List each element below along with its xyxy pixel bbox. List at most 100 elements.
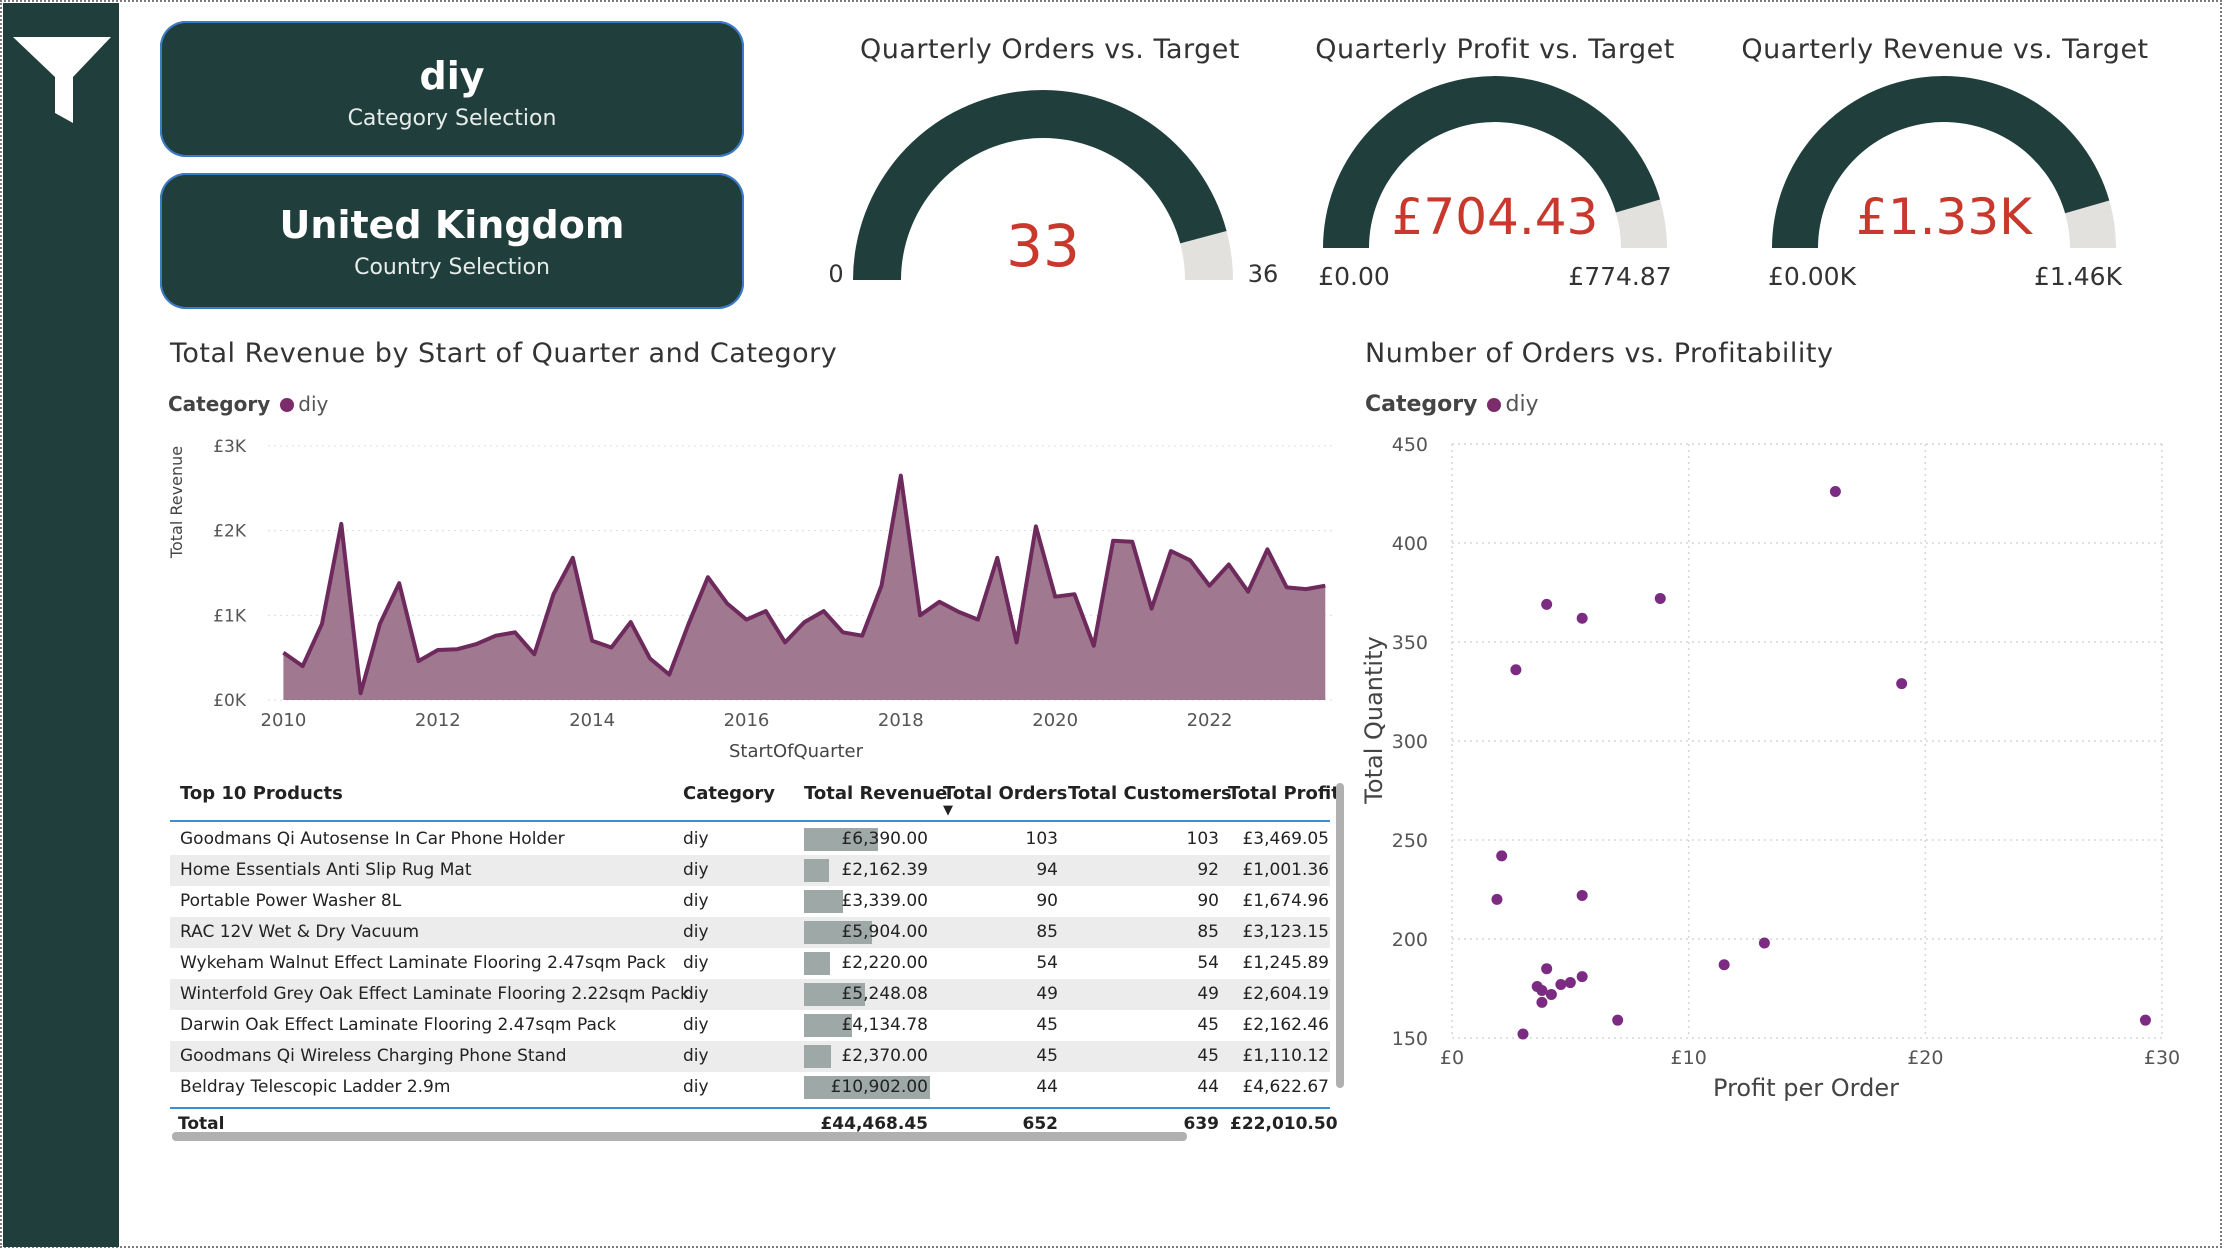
scatter-x-tick-label: £20 [1907,1047,1943,1069]
scatter-points [1491,486,2151,1040]
gauge-orders-min: 0 [828,260,843,288]
cell-revenue: £10,902.00 [830,1077,928,1097]
gauges: 33 0 36 £704.43 £0.00 £774.87 £1.33K £0.… [828,75,2123,291]
legend-marker [280,398,295,412]
cell-category: diy [683,1015,709,1035]
cell-customers: 45 [1197,1046,1219,1066]
cell-customers: 92 [1197,860,1219,880]
cell-profit: £1,001.36 [1242,860,1329,880]
table-row[interactable]: Darwin Oak Effect Laminate Flooring 2.47… [170,1010,1330,1041]
table-vertical-scrollbar[interactable] [1336,783,1344,1088]
cell-orders: 85 [1036,922,1058,942]
table-row[interactable]: Wykeham Walnut Effect Laminate Flooring … [170,948,1330,979]
table-row[interactable]: Beldray Telescopic Ladder 2.9m diy £10,902… [170,1072,1330,1103]
area-y-tick-label: £1K [213,606,247,626]
legend-item: diy [1505,392,1539,417]
header-customers[interactable]: Total Customers [1068,778,1232,809]
table-row[interactable]: Home Essentials Anti Slip Rug Mat diy £2,1… [170,855,1330,886]
cell-profit: £3,123.15 [1242,922,1329,942]
table-row[interactable]: Goodmans Qi Wireless Charging Phone Stan… [170,1041,1330,1072]
scatter-y-tick-label: 450 [1392,434,1428,456]
scatter-point[interactable] [1545,988,1557,1000]
header-divider [170,820,1330,822]
area-x-axis-label: StartOfQuarter [729,741,864,762]
scatter-y-tick-label: 350 [1392,632,1428,654]
revenue-area [283,475,1326,700]
scatter-point[interactable] [1718,959,1730,971]
header-profit[interactable]: Total Profit [1228,778,1340,809]
scatter-point[interactable] [1517,1028,1529,1040]
cell-customers: 85 [1197,922,1219,942]
scatter-point[interactable] [1829,486,1841,498]
scatter-point[interactable] [1564,977,1576,989]
scatter-point[interactable] [1510,664,1522,676]
table-row[interactable]: RAC 12V Wet & Dry Vacuum diy £5,904.00 85 85… [170,917,1330,948]
cell-product: RAC 12V Wet & Dry Vacuum [180,922,420,942]
cell-profit: £1,245.89 [1242,953,1329,973]
table-row[interactable]: Portable Power Washer 8L diy £3,339.00 90 90… [170,886,1330,917]
scatter-point[interactable] [1576,971,1588,983]
scatter-chart-legend[interactable]: Category diy [1365,392,1539,417]
cell-profit: £2,604.19 [1242,984,1329,1004]
gauge-profit[interactable]: £704.43 £0.00 £774.87 [1318,75,1672,291]
cell-product: Darwin Oak Effect Laminate Flooring 2.47… [180,1015,617,1035]
scatter-point[interactable] [1491,893,1503,905]
legend-item: diy [298,392,329,416]
gauge-revenue[interactable]: £1.33K £0.00K £1.46K [1768,75,2123,291]
scatter-y-ticks: 150 200 250 300 350 400 450 [1392,434,1428,1050]
cell-profit: £3,469.05 [1242,829,1329,849]
header-product[interactable]: Top 10 Products [180,778,343,809]
table-row[interactable]: Goodmans Qi Autosense In Car Phone Holde… [170,824,1330,855]
header-orders[interactable]: Total Orders [943,778,1067,809]
scatter-x-tick-label: £0 [1440,1047,1464,1069]
cell-orders: 94 [1036,860,1058,880]
cell-revenue: £2,220.00 [841,953,928,973]
gauge-orders[interactable]: 33 0 36 [828,89,1278,288]
cell-revenue: £5,904.00 [841,922,928,942]
scatter-point[interactable] [2139,1014,2151,1026]
scatter-point[interactable] [1541,598,1553,610]
scatter-grid [1451,443,2163,1039]
cell-profit: £4,622.67 [1242,1077,1329,1097]
cell-category: diy [683,891,709,911]
scatter-point[interactable] [1576,612,1588,624]
scatter-chart-title: Number of Orders vs. Profitability [1365,338,1834,369]
cell-orders: 44 [1036,1077,1058,1097]
scatter-point[interactable] [1654,592,1666,604]
scatter-point[interactable] [1758,937,1770,949]
cell-category: diy [683,984,709,1004]
cell-category: diy [683,1077,709,1097]
area-x-ticks: 2010 2012 2014 2016 2018 2020 2022 [261,710,1233,731]
scatter-y-tick-label: 200 [1392,929,1428,951]
area-x-tick-label: 2020 [1032,710,1078,731]
cell-customers: 44 [1197,1077,1219,1097]
scatter-chart[interactable]: 150 200 250 300 350 400 450 £0 £10 £20 £30 Total … [1360,420,2190,1120]
scatter-point[interactable] [1536,996,1548,1008]
scatter-point[interactable] [1536,984,1548,996]
area-y-axis-label: Total Revenue [167,446,186,559]
scatter-point[interactable] [1576,889,1588,901]
cell-orders: 45 [1036,1046,1058,1066]
header-category[interactable]: Category [683,778,775,809]
scatter-point[interactable] [1896,678,1908,690]
cell-product: Winterfold Grey Oak Effect Laminate Floo… [180,984,690,1004]
scatter-point[interactable] [1541,963,1553,975]
cell-revenue: £6,390.00 [841,829,928,849]
cell-orders: 49 [1036,984,1058,1004]
cell-customers: 103 [1186,829,1219,849]
area-y-tick-label: £0K [213,691,247,711]
scatter-point[interactable] [1555,979,1567,991]
gauge-revenue-value: £1.33K [1856,188,2033,246]
legend-title: Category [168,392,271,416]
table-horizontal-scrollbar[interactable] [172,1132,1187,1141]
cell-category: diy [683,953,709,973]
cell-customers: 90 [1197,891,1219,911]
cell-orders: 103 [1025,829,1058,849]
revenue-chart-legend[interactable]: Category diy [168,392,328,416]
scatter-point[interactable] [1612,1014,1624,1026]
revenue-area-chart[interactable]: £0K £1K £2K £3K 2010 2012 2014 2016 2018 2020 202… [160,420,1350,770]
scatter-point[interactable] [1496,850,1508,862]
cell-profit: £1,674.96 [1242,891,1329,911]
table-row[interactable]: Winterfold Grey Oak Effect Laminate Floo… [170,979,1330,1010]
header-revenue[interactable]: Total Revenue [804,778,947,809]
